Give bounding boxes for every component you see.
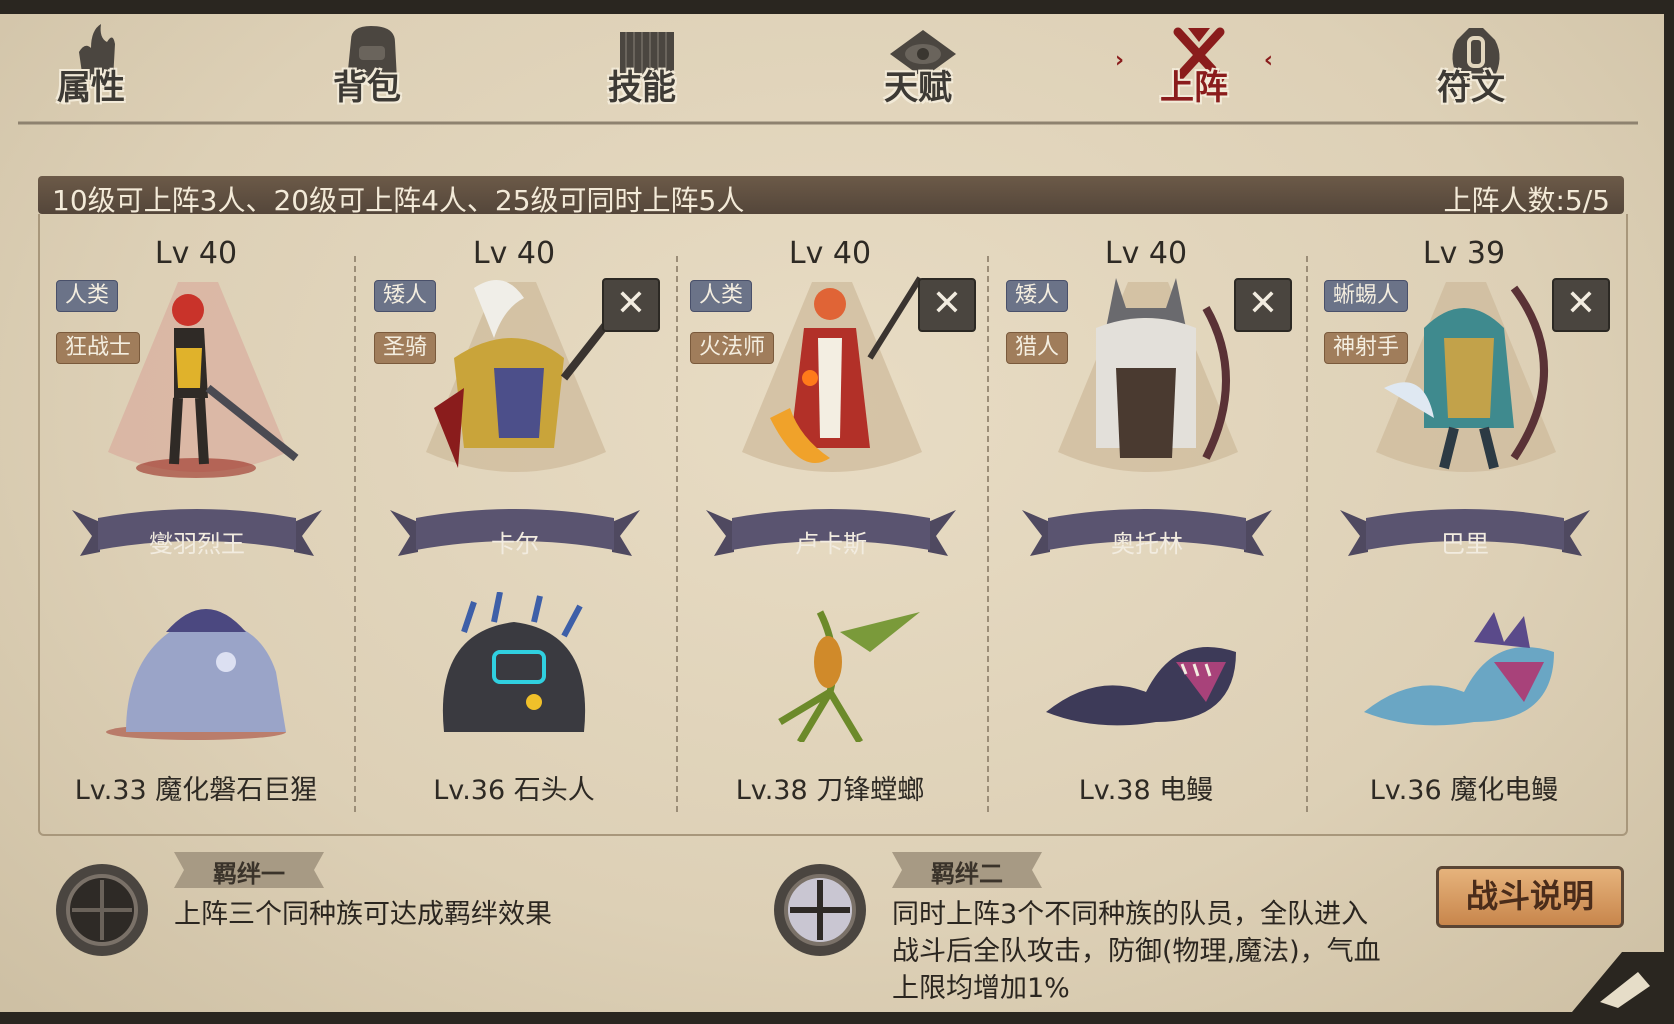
tab-label: 属性 — [57, 68, 125, 108]
back-arrow-icon[interactable] — [1552, 942, 1670, 1024]
class-tag: 圣骑 — [374, 332, 437, 364]
pet-portrait — [1046, 647, 1236, 726]
tab-formation[interactable]: › 上阵 ‹ — [1115, 14, 1273, 114]
tab-attributes[interactable]: 属性 — [16, 14, 166, 114]
hero-portrait — [434, 280, 623, 468]
race-tag: 矮人 — [374, 280, 437, 312]
remove-hero-button[interactable]: ✕ — [1234, 278, 1292, 332]
pet-portrait — [106, 609, 286, 740]
pet-name: Lv.38 电鳗 — [1078, 775, 1214, 806]
tab-backpack[interactable]: 背包 — [292, 14, 442, 114]
pet-portrait — [778, 610, 920, 742]
pet-name: Lv.33 魔化磐石巨猩 — [74, 775, 318, 806]
right-frame — [1664, 0, 1674, 1024]
formation-banner: 10级可上阵3人、20级可上阵4人、25级可同时上阵5人 上阵人数:5/5 — [38, 176, 1624, 217]
hero-slot-5[interactable]: Lv 39 蜥蜴人 神射手 ✕ 巴里 Lv.36 魔化电鳗 — [1306, 232, 1622, 822]
remove-hero-button[interactable]: ✕ — [1552, 278, 1610, 332]
bond-title-plate: 羁绊二 — [892, 852, 1042, 888]
header-divider — [18, 121, 1638, 125]
hero-slot-1[interactable]: Lv 40 人类 狂战士 燮羽烈王 Lv.33 魔化磐石巨猩 — [38, 232, 354, 822]
hero-portrait — [770, 276, 923, 463]
hero-name-ribbon: 卢卡斯 — [706, 500, 956, 562]
hero-level: Lv 40 — [472, 236, 556, 271]
bottom-frame — [0, 1012, 1674, 1024]
class-tag: 狂战士 — [56, 332, 141, 364]
remove-hero-button[interactable]: ✕ — [602, 278, 660, 332]
bond-description: 上阵三个同种族可达成羁绊效果 — [174, 896, 552, 933]
bond-title: 羁绊二 — [931, 860, 1003, 888]
bond-title: 羁绊一 — [213, 860, 285, 888]
tab-bar: 属性 背包 技能 天赋 › 上阵 ‹ 符文 — [0, 14, 1674, 114]
bond-medal-icon[interactable] — [772, 862, 868, 958]
hero-slot-3[interactable]: Lv 40 人类 火法师 ✕ 卢卡斯 Lv.38 刀锋螳螂 — [672, 232, 988, 822]
tab-label: 符文 — [1437, 68, 1505, 108]
class-tag: 猎人 — [1006, 332, 1069, 364]
bond-description-line: 上阵三个同种族可达成羁绊效果 — [174, 899, 552, 930]
bond-description: 同时上阵3个不同种族的队员，全队进入 战斗后全队攻击，防御(物理,魔法)，气血 … — [892, 896, 1381, 1007]
hero-name-ribbon: 巴里 — [1340, 500, 1590, 562]
hero-slot-2[interactable]: Lv 40 矮人 圣骑 ✕ 卡尔 Lv.36 石头人 — [356, 232, 672, 822]
hero-level: Lv 40 — [788, 236, 872, 271]
race-tag: 人类 — [56, 280, 119, 312]
pet-portrait — [1364, 612, 1554, 726]
bond-panel-2: 羁绊二 同时上阵3个不同种族的队员，全队进入 战斗后全队攻击，防御(物理,魔法)… — [772, 852, 1432, 1012]
hero-name-ribbon: 燮羽烈王 — [72, 500, 322, 562]
bond-description-line: 战斗后全队攻击，防御(物理,魔法)，气血 — [892, 936, 1381, 967]
tab-rune[interactable]: 符文 — [1396, 14, 1546, 114]
remove-hero-button[interactable]: ✕ — [918, 278, 976, 332]
race-tag: 蜥蜴人 — [1324, 280, 1409, 312]
tab-skills[interactable]: 技能 — [567, 14, 717, 114]
hero-level: Lv 40 — [154, 236, 238, 271]
pet-name: Lv.38 刀锋螳螂 — [735, 775, 925, 806]
tab-label: 上阵 — [1160, 68, 1228, 108]
class-tag: 火法师 — [690, 332, 775, 364]
pet-name: Lv.36 石头人 — [433, 775, 595, 806]
bond-description-line: 上限均增加1% — [892, 973, 1070, 1004]
tab-label: 背包 — [333, 68, 401, 108]
pet-name: Lv.36 魔化电鳗 — [1369, 775, 1559, 806]
hero-name: 卢卡斯 — [795, 530, 867, 558]
bond-medal-icon[interactable] — [54, 862, 150, 958]
top-frame — [0, 0, 1674, 14]
hero-slot-4[interactable]: Lv 40 矮人 猎人 ✕ 奥托林 Lv.38 电鳗 — [988, 232, 1304, 822]
bond-title-plate: 羁绊一 — [174, 852, 324, 888]
hero-level: Lv 39 — [1422, 236, 1506, 271]
chevron-left-icon: ‹ — [1263, 48, 1273, 73]
hero-name-ribbon: 卡尔 — [390, 500, 640, 562]
hero-name: 燮羽烈王 — [149, 530, 245, 558]
tab-label: 天赋 — [884, 68, 952, 108]
tab-talent[interactable]: 天赋 — [843, 14, 993, 114]
hero-name: 卡尔 — [491, 530, 539, 558]
formation-rule-text: 10级可上阵3人、20级可上阵4人、25级可同时上阵5人 — [52, 184, 745, 217]
bond-panel-1: 羁绊一 上阵三个同种族可达成羁绊效果 — [54, 852, 734, 1012]
race-tag: 人类 — [690, 280, 753, 312]
hero-name: 奥托林 — [1111, 530, 1183, 558]
pet-portrait — [442, 592, 586, 732]
tab-label: 技能 — [608, 68, 676, 108]
hero-name: 巴里 — [1441, 530, 1489, 558]
hero-portrait — [1096, 278, 1230, 460]
bond-description-line: 同时上阵3个不同种族的队员，全队进入 — [892, 899, 1369, 930]
class-tag: 神射手 — [1324, 332, 1409, 364]
race-tag: 矮人 — [1006, 280, 1069, 312]
battle-info-button[interactable]: 战斗说明 — [1436, 866, 1624, 928]
hero-level: Lv 40 — [1104, 236, 1188, 271]
hero-name-ribbon: 奥托林 — [1022, 500, 1272, 562]
formation-count: 上阵人数:5/5 — [1443, 184, 1611, 217]
hero-portrait — [136, 294, 299, 478]
